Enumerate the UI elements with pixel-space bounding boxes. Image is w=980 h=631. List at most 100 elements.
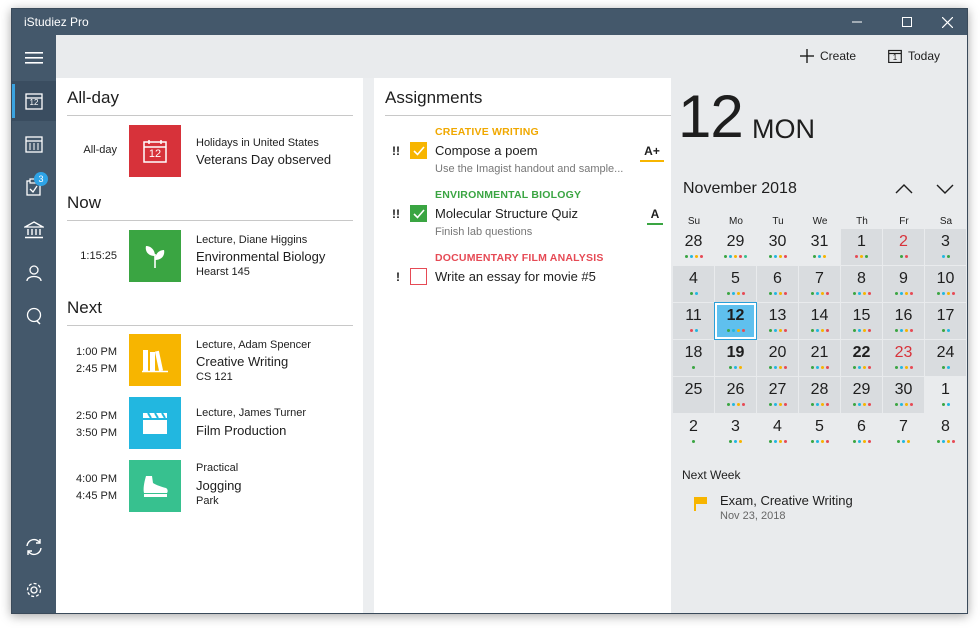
now-event-location: Hearst 145	[196, 266, 250, 278]
event-dot	[946, 440, 950, 443]
event-dot	[941, 292, 945, 295]
calendar-day[interactable]: 24	[925, 340, 966, 376]
event-dot	[768, 440, 772, 443]
event-dots	[757, 255, 798, 258]
calendar-day[interactable]: 2	[883, 229, 924, 265]
calendar-day[interactable]: 27	[757, 377, 798, 413]
calendar-day[interactable]: 20	[757, 340, 798, 376]
maximize-button[interactable]	[885, 9, 929, 35]
calendar-day[interactable]: 14	[799, 303, 840, 339]
calendar-day[interactable]: 3	[925, 229, 966, 265]
calendar-day[interactable]: 29	[715, 229, 756, 265]
calendar-day[interactable]: 22	[841, 340, 882, 376]
sidebar-item-today[interactable]: 12	[12, 81, 56, 121]
title-bar: iStudiez Pro	[12, 9, 967, 35]
calendar-day-number: 29	[852, 381, 871, 398]
calendar-day-number: 23	[894, 344, 913, 361]
calendar-day[interactable]: 3	[715, 414, 756, 450]
menu-button[interactable]	[12, 38, 56, 78]
sidebar-item-calendar[interactable]	[12, 124, 56, 164]
calendar-day[interactable]: 1	[841, 229, 882, 265]
sidebar-item-search[interactable]	[12, 296, 56, 336]
event-dot	[810, 440, 814, 443]
calendar-day[interactable]: 7	[799, 266, 840, 302]
event-dots	[757, 292, 798, 295]
calendar-day[interactable]: 8	[841, 266, 882, 302]
calendar-day[interactable]: 25	[673, 377, 714, 413]
close-button[interactable]	[925, 9, 967, 35]
calendar-day[interactable]: 31	[799, 229, 840, 265]
next-event-2-title: Film Production	[196, 423, 287, 438]
calendar-day[interactable]: 30	[883, 377, 924, 413]
event-dots	[841, 255, 882, 258]
calendar-day[interactable]: 1	[925, 377, 966, 413]
calendar-day[interactable]: 12	[715, 303, 756, 339]
today-button[interactable]: 1 Today	[888, 49, 940, 63]
calendar-day[interactable]: 29	[841, 377, 882, 413]
calendar-day[interactable]: 21	[799, 340, 840, 376]
event-dot	[773, 403, 777, 406]
calendar-day-number: 2	[689, 418, 698, 435]
calendar-day[interactable]: 6	[757, 266, 798, 302]
event-dot	[941, 440, 945, 443]
calendar-day[interactable]: 18	[673, 340, 714, 376]
sidebar-item-assignments[interactable]: 3	[12, 167, 56, 207]
calendar-day[interactable]: 23	[883, 340, 924, 376]
minimize-button[interactable]	[835, 9, 879, 35]
calendar-day[interactable]: 13	[757, 303, 798, 339]
event-dot	[904, 255, 908, 258]
maximize-icon	[902, 17, 912, 27]
sidebar-item-instructors[interactable]	[12, 253, 56, 293]
next-section-title: Next	[67, 298, 102, 317]
calendar-day[interactable]: 9	[883, 266, 924, 302]
calendar-day[interactable]: 28	[673, 229, 714, 265]
next-month-button[interactable]	[933, 178, 957, 200]
calendar-day-number: 31	[810, 233, 829, 250]
sidebar-item-courses[interactable]	[12, 210, 56, 250]
event-dot	[736, 403, 740, 406]
assignment-2-checkbox[interactable]	[410, 205, 427, 222]
calendar-day[interactable]: 5	[799, 414, 840, 450]
person-icon	[26, 265, 42, 282]
event-dot	[857, 403, 861, 406]
assignment-2-grade: A	[647, 207, 663, 225]
calendar-day-number: 20	[768, 344, 787, 361]
sync-button[interactable]	[12, 527, 56, 567]
create-button[interactable]: Create	[800, 49, 856, 63]
calendar-day[interactable]: 5	[715, 266, 756, 302]
assignment-1-checkbox[interactable]	[410, 142, 427, 159]
calendar-day[interactable]: 28	[799, 377, 840, 413]
event-dot	[941, 329, 945, 332]
event-dot	[904, 329, 908, 332]
calendar-day[interactable]: 6	[841, 414, 882, 450]
event-dot	[941, 403, 945, 406]
calendar-day[interactable]: 4	[673, 266, 714, 302]
calendar-day[interactable]: 4	[757, 414, 798, 450]
toolbar: Create 1 Today	[56, 35, 967, 78]
calendar-day[interactable]: 11	[673, 303, 714, 339]
calendar-day[interactable]: 10	[925, 266, 966, 302]
now-event-countdown: 1:15:25	[80, 250, 117, 262]
calendar-day[interactable]: 26	[715, 377, 756, 413]
calendar-day-number: 8	[857, 270, 866, 287]
calendar-day[interactable]: 16	[883, 303, 924, 339]
event-dots	[799, 403, 840, 406]
calendar-day[interactable]: 19	[715, 340, 756, 376]
calendar-day[interactable]: 7	[883, 414, 924, 450]
previous-month-button[interactable]	[892, 178, 916, 200]
next-event-1-tile	[129, 334, 181, 386]
assignment-3-checkbox[interactable]	[410, 268, 427, 285]
calendar-day[interactable]: 15	[841, 303, 882, 339]
calendar-day[interactable]: 30	[757, 229, 798, 265]
event-dot	[951, 440, 955, 443]
calendar-day[interactable]: 2	[673, 414, 714, 450]
calendar-day-number: 6	[773, 270, 782, 287]
event-dot	[852, 366, 856, 369]
weekday-label: We	[812, 216, 828, 227]
calendar-day[interactable]: 17	[925, 303, 966, 339]
allday-event-title: Veterans Day observed	[196, 152, 332, 167]
settings-button[interactable]	[12, 570, 56, 610]
event-dots	[883, 292, 924, 295]
event-dot	[899, 255, 903, 258]
calendar-day[interactable]: 8	[925, 414, 966, 450]
